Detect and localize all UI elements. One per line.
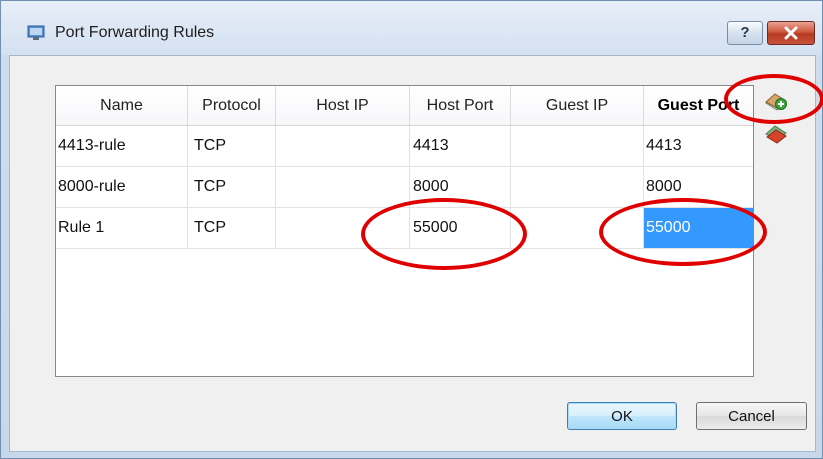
- cell-name[interactable]: Rule 1: [56, 208, 188, 248]
- cell-host-ip[interactable]: [276, 167, 410, 207]
- cell-guest-port[interactable]: 4413: [644, 126, 753, 166]
- column-header-host-ip[interactable]: Host IP: [276, 86, 410, 125]
- column-header-name[interactable]: Name: [56, 86, 188, 125]
- close-button[interactable]: [767, 21, 815, 45]
- table-row[interactable]: 4413-rule TCP 4413 4413: [56, 126, 753, 167]
- column-header-guest-ip[interactable]: Guest IP: [511, 86, 644, 125]
- cell-guest-port-selected[interactable]: 55000: [644, 208, 753, 248]
- cell-host-ip[interactable]: [276, 126, 410, 166]
- cancel-button[interactable]: Cancel: [696, 402, 807, 430]
- rules-table: Name Protocol Host IP Host Port Guest IP…: [55, 85, 754, 377]
- port-forwarding-dialog: Port Forwarding Rules ? Name Protocol Ho…: [0, 0, 823, 459]
- column-header-host-port[interactable]: Host Port: [410, 86, 511, 125]
- table-row[interactable]: 8000-rule TCP 8000 8000: [56, 167, 753, 208]
- add-rule-icon[interactable]: [763, 91, 789, 113]
- cell-guest-port[interactable]: 8000: [644, 167, 753, 207]
- ok-button[interactable]: OK: [567, 402, 677, 430]
- cell-protocol[interactable]: TCP: [188, 126, 276, 166]
- help-button[interactable]: ?: [727, 21, 763, 45]
- column-header-guest-port[interactable]: Guest Port: [644, 86, 753, 125]
- cell-name[interactable]: 4413-rule: [56, 126, 188, 166]
- table-header: Name Protocol Host IP Host Port Guest IP…: [56, 86, 753, 126]
- cell-guest-ip[interactable]: [511, 126, 644, 166]
- cell-name[interactable]: 8000-rule: [56, 167, 188, 207]
- app-window-icon: [27, 25, 45, 40]
- cell-host-port[interactable]: 8000: [410, 167, 511, 207]
- table-row[interactable]: Rule 1 TCP 55000 55000: [56, 208, 753, 249]
- cell-protocol[interactable]: TCP: [188, 208, 276, 248]
- column-header-protocol[interactable]: Protocol: [188, 86, 276, 125]
- cell-host-ip[interactable]: [276, 208, 410, 248]
- close-icon: [784, 26, 798, 40]
- cell-host-port[interactable]: 4413: [410, 126, 511, 166]
- remove-rule-icon[interactable]: [763, 123, 789, 145]
- cell-guest-ip[interactable]: [511, 208, 644, 248]
- cell-protocol[interactable]: TCP: [188, 167, 276, 207]
- cell-guest-ip[interactable]: [511, 167, 644, 207]
- window-title: Port Forwarding Rules: [55, 24, 215, 41]
- cell-host-port[interactable]: 55000: [410, 208, 511, 248]
- title-bar: Port Forwarding Rules ?: [1, 1, 822, 55]
